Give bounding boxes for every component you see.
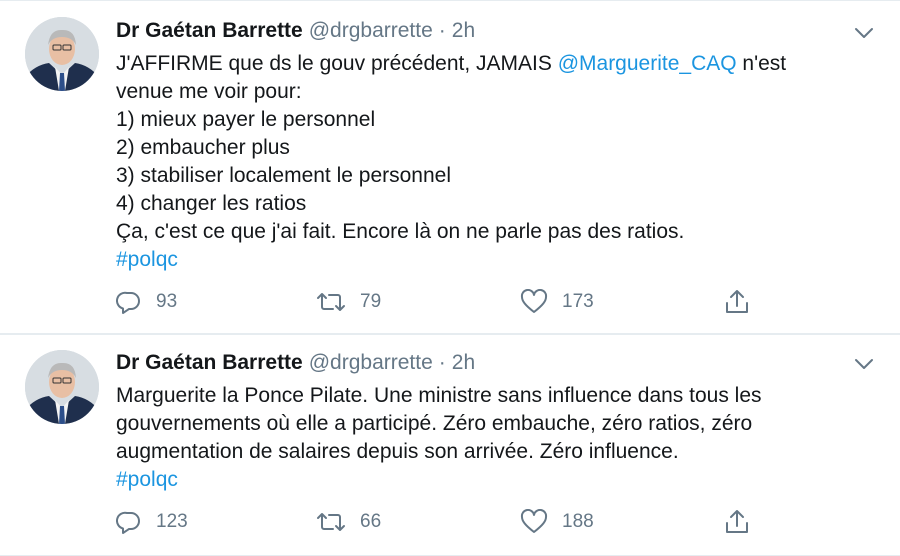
retweet-button[interactable]: 66 — [316, 507, 381, 537]
tweet-text-line: 3) stabiliser localement le personnel — [116, 164, 452, 187]
reply-count: 123 — [156, 511, 188, 532]
share-button[interactable] — [724, 507, 750, 537]
retweet-icon — [316, 509, 346, 535]
author-name[interactable]: Dr Gaétan Barrette — [116, 351, 303, 375]
tweet[interactable]: Dr Gaétan Barrette @drgbarrette · 2h J'A… — [0, 0, 900, 334]
reply-icon — [116, 509, 142, 535]
reply-count: 93 — [156, 291, 178, 312]
avatar[interactable] — [25, 17, 99, 91]
reply-icon — [116, 289, 142, 315]
chevron-down-icon[interactable] — [854, 357, 874, 371]
tweet-text-line: 4) changer les ratios — [116, 192, 307, 215]
tweet-text-line: Ça, c'est ce que j'ai fait. Encore là on… — [116, 220, 685, 243]
author-handle[interactable]: @drgbarrette — [309, 19, 433, 43]
share-icon — [724, 508, 750, 536]
timestamp[interactable]: 2h — [452, 351, 475, 375]
tweet-text: Marguerite la Ponce Pilate. Une ministre… — [116, 382, 876, 494]
tweet-header: Dr Gaétan Barrette @drgbarrette · 2h — [116, 18, 475, 44]
action-bar: 93 79 173 — [0, 287, 900, 317]
tweet[interactable]: Dr Gaétan Barrette @drgbarrette · 2h Mar… — [0, 334, 900, 556]
like-count: 188 — [562, 511, 594, 532]
avatar-image — [25, 350, 99, 424]
tweet-text-line: 1) mieux payer le personnel — [116, 108, 376, 131]
retweet-button[interactable]: 79 — [316, 287, 381, 317]
action-bar: 123 66 188 — [0, 507, 900, 537]
heart-icon — [520, 509, 548, 535]
tweet-text-line: #polqc — [116, 246, 876, 274]
tweet-header: Dr Gaétan Barrette @drgbarrette · 2h — [116, 350, 475, 376]
text-segment: J'AFFIRME que ds le gouv précédent, JAMA… — [116, 52, 558, 75]
tweet-text-line: augmentation de salaires depuis son arri… — [116, 440, 679, 463]
like-count: 173 — [562, 291, 594, 312]
author-handle[interactable]: @drgbarrette — [309, 351, 433, 375]
like-button[interactable]: 173 — [520, 287, 594, 317]
tweet-text-line: #polqc — [116, 466, 876, 494]
heart-icon — [520, 289, 548, 315]
hashtag-link[interactable]: #polqc — [116, 468, 178, 491]
separator: · — [438, 19, 446, 42]
tweet-text-line: Marguerite la Ponce Pilate. Une ministre… — [116, 384, 762, 407]
avatar[interactable] — [25, 350, 99, 424]
tweet-feed: Dr Gaétan Barrette @drgbarrette · 2h J'A… — [0, 0, 900, 556]
retweet-icon — [316, 289, 346, 315]
timestamp[interactable]: 2h — [452, 19, 475, 43]
share-icon — [724, 288, 750, 316]
chevron-down-icon[interactable] — [854, 26, 874, 40]
tweet-text-line: J'AFFIRME que ds le gouv précédent, JAMA… — [116, 50, 876, 78]
reply-button[interactable]: 123 — [116, 507, 188, 537]
tweet-text-line: venue me voir pour: — [116, 80, 302, 103]
avatar-image — [25, 17, 99, 91]
tweet-text-line: gouvernements où elle a participé. Zéro … — [116, 412, 753, 435]
reply-button[interactable]: 93 — [116, 287, 177, 317]
share-button[interactable] — [724, 287, 750, 317]
retweet-count: 66 — [360, 511, 382, 532]
tweet-text: J'AFFIRME que ds le gouv précédent, JAMA… — [116, 50, 876, 274]
mention-link[interactable]: @Marguerite_CAQ — [558, 52, 737, 75]
retweet-count: 79 — [360, 291, 382, 312]
separator: · — [438, 351, 446, 374]
like-button[interactable]: 188 — [520, 507, 594, 537]
tweet-text-line: 2) embaucher plus — [116, 136, 290, 159]
author-name[interactable]: Dr Gaétan Barrette — [116, 19, 303, 43]
text-segment: n'est — [736, 52, 787, 75]
hashtag-link[interactable]: #polqc — [116, 248, 178, 271]
